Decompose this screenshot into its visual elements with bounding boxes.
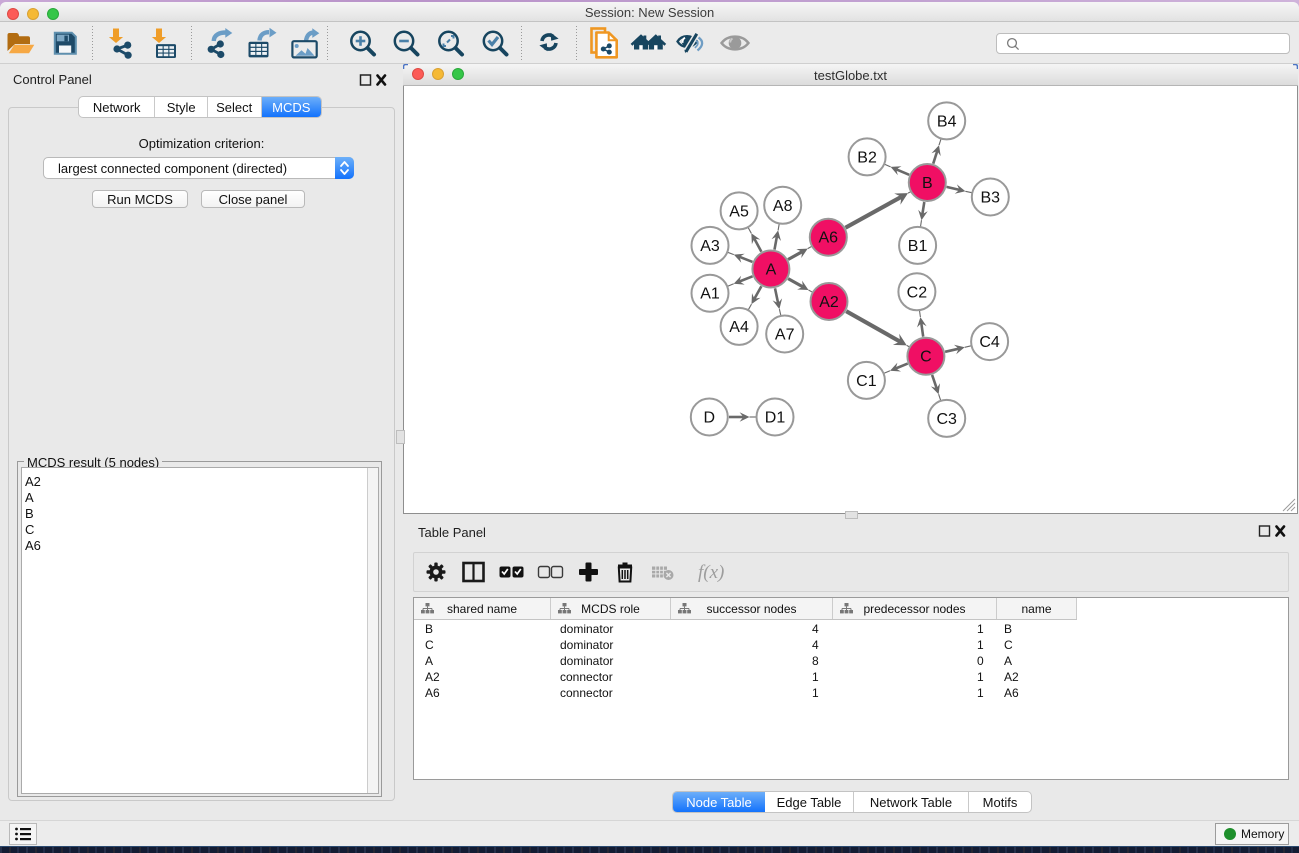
svg-text:A2: A2 bbox=[819, 294, 839, 311]
svg-text:B2: B2 bbox=[857, 149, 877, 166]
svg-text:C: C bbox=[920, 349, 932, 366]
svg-text:A7: A7 bbox=[775, 327, 795, 344]
svg-text:A: A bbox=[766, 262, 777, 279]
svg-text:f(x): f(x) bbox=[698, 562, 724, 583]
svg-text:C2: C2 bbox=[907, 284, 928, 301]
svg-text:A6: A6 bbox=[819, 230, 839, 247]
svg-text:B4: B4 bbox=[937, 113, 957, 130]
svg-text:A3: A3 bbox=[700, 238, 720, 255]
svg-text:B1: B1 bbox=[908, 238, 928, 255]
svg-text:B: B bbox=[922, 175, 933, 192]
svg-text:C3: C3 bbox=[936, 411, 957, 428]
svg-text:A4: A4 bbox=[729, 319, 749, 336]
svg-text:D: D bbox=[704, 410, 716, 427]
svg-text:C1: C1 bbox=[856, 373, 877, 390]
svg-text:A8: A8 bbox=[773, 198, 793, 215]
svg-text:C4: C4 bbox=[979, 334, 1000, 351]
svg-text:A1: A1 bbox=[700, 286, 720, 303]
svg-text:A5: A5 bbox=[729, 203, 749, 220]
svg-text:D1: D1 bbox=[765, 410, 786, 427]
svg-text:B3: B3 bbox=[981, 190, 1001, 207]
